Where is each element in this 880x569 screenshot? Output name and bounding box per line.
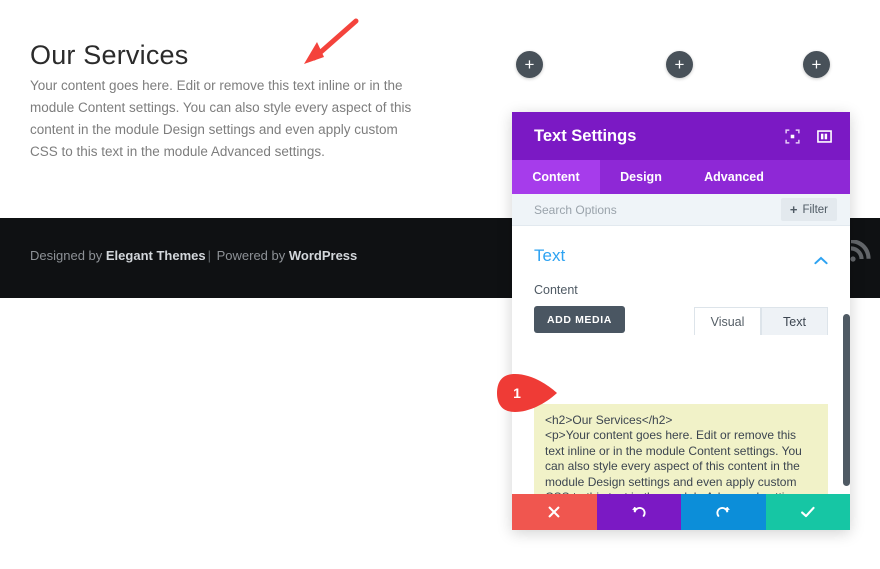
footer-credit-prefix: Designed by [30, 248, 106, 263]
footer-credit-separator: | [207, 248, 211, 263]
modal-header: Text Settings [512, 112, 850, 160]
plus-icon: + [674, 55, 685, 74]
modal-header-actions [785, 112, 832, 160]
tab-content[interactable]: Content [512, 160, 600, 194]
footer-credit-platform[interactable]: WordPress [289, 248, 357, 263]
footer-credit-brand[interactable]: Elegant Themes [106, 248, 206, 263]
panel-layout-icon[interactable] [817, 129, 832, 144]
chevron-up-icon[interactable] [814, 252, 828, 264]
page-paragraph: Your content goes here. Edit or remove t… [30, 78, 412, 159]
tab-design[interactable]: Design [600, 160, 682, 194]
add-module-button-2[interactable]: + [666, 51, 693, 78]
editor-mode-tabs: Visual Text [694, 307, 828, 335]
modal-tabbar: Content Design Advanced [512, 160, 850, 194]
page-title: Our Services [30, 40, 189, 70]
add-module-button-1[interactable]: + [516, 51, 543, 78]
footer-credit: Designed by Elegant Themes | Powered by W… [30, 248, 357, 263]
callout-marker-1: 1 [495, 372, 559, 414]
callout-number: 1 [513, 385, 521, 401]
filter-button-label: Filter [802, 203, 828, 216]
search-bar: + Filter [512, 194, 850, 226]
modal-body: Text Content ADD MEDIA Visual Text [512, 226, 850, 530]
editor-tab-visual[interactable]: Visual [694, 307, 761, 335]
panel-scrollbar-thumb[interactable] [843, 314, 850, 486]
redo-button[interactable] [681, 494, 766, 530]
text-settings-modal: Text Settings Content Design Advanced Se… [512, 112, 850, 530]
screenshot-root: Our Services Your content goes here. Edi… [0, 0, 880, 569]
add-media-button[interactable]: ADD MEDIA [534, 306, 625, 333]
fullscreen-icon[interactable] [785, 128, 800, 144]
undo-button[interactable] [596, 494, 681, 530]
section-title: Text [534, 246, 566, 265]
plus-icon: + [524, 55, 535, 74]
undo-icon [631, 504, 647, 520]
modal-footer [512, 494, 850, 530]
save-button[interactable] [765, 494, 850, 530]
plus-icon: + [811, 55, 822, 74]
close-icon [547, 505, 561, 519]
filter-button[interactable]: + Filter [780, 198, 837, 221]
content-field-label: Content [534, 283, 578, 297]
red-arrow-down-left-icon [298, 16, 362, 68]
rss-icon[interactable] [848, 239, 872, 264]
add-module-button-3[interactable]: + [803, 51, 830, 78]
modal-title: Text Settings [534, 126, 637, 145]
editor-tab-text[interactable]: Text [761, 307, 828, 335]
text-section-header[interactable]: Text [534, 226, 828, 266]
cancel-button[interactable] [512, 494, 597, 530]
editor-toolbar-row: ADD MEDIA Visual Text [534, 306, 828, 335]
plus-icon: + [789, 202, 798, 217]
tab-advanced[interactable]: Advanced [682, 160, 786, 194]
check-icon [800, 504, 816, 520]
redo-icon [715, 504, 731, 520]
footer-credit-mid: Powered by [212, 248, 289, 263]
search-input[interactable] [534, 202, 734, 217]
